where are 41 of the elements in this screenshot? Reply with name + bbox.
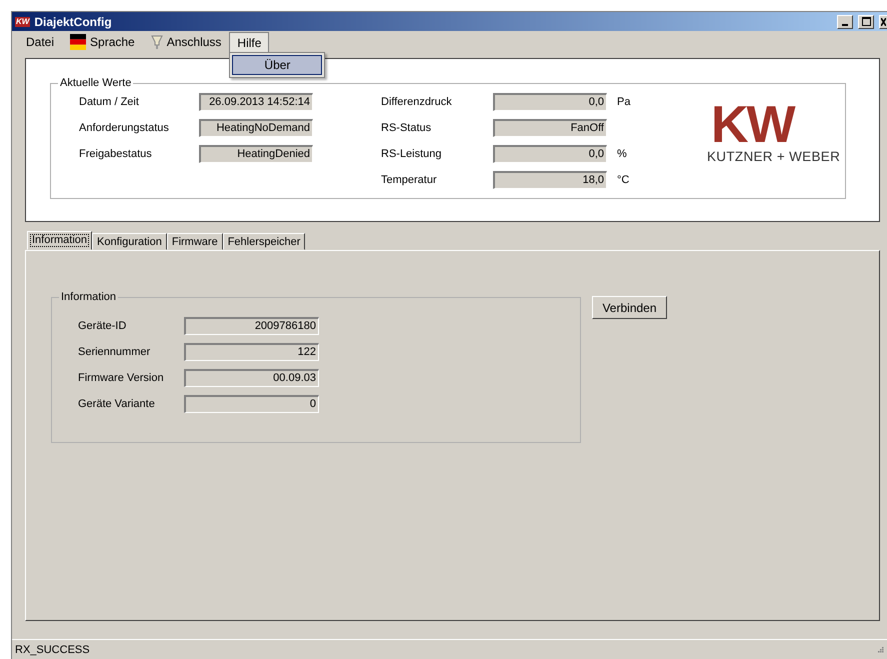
tab[interactable]: Konfiguration (92, 233, 167, 250)
field-label: Differenzdruck (380, 96, 453, 108)
value-field: HeatingNoDemand (199, 119, 313, 137)
status-text: RX_SUCCESS (15, 644, 90, 656)
tab[interactable]: Information (27, 231, 92, 250)
value-field: 26.09.2013 14:52:14 (199, 93, 313, 111)
value-field: 0 (184, 395, 319, 413)
unit-label: % (617, 148, 628, 160)
value-field: 122 (184, 343, 319, 361)
field-label: Geräte-ID (77, 320, 128, 332)
field-label: RS-Status (380, 122, 432, 134)
tab[interactable]: Fehlerspeicher (222, 233, 306, 250)
field-label: Datum / Zeit (78, 96, 140, 108)
value-field: 00.09.03 (184, 369, 319, 387)
value-field: 18,0 (493, 171, 607, 189)
app-logo: KW (15, 16, 30, 26)
menu-item[interactable]: Sprache (62, 32, 143, 52)
field-label: Geräte Variante (77, 398, 156, 410)
tab[interactable]: Firmware (166, 233, 223, 250)
value-field: 2009786180 (184, 317, 319, 335)
unit-label: °C (617, 174, 630, 186)
group-title: Information (60, 291, 118, 303)
value-field: HeatingDenied (199, 145, 313, 163)
value-field: 0,0 (493, 145, 607, 163)
field-label: Temperatur (380, 174, 438, 186)
company-name: KUTZNER + WEBER (707, 149, 840, 164)
field-label: Firmware Version (77, 372, 165, 384)
connect-button[interactable]: Verbinden (592, 296, 667, 319)
field-label: Seriennummer (77, 346, 152, 358)
company-logo: KW (711, 103, 794, 147)
window-title: DiajektConfig (34, 14, 112, 28)
unit-label: Pa (617, 96, 632, 108)
value-field: FanOff (493, 119, 607, 137)
menu-item[interactable]: Anschluss (142, 32, 230, 52)
field-label: Freigabestatus (78, 148, 153, 160)
menu-entry[interactable]: Über (232, 55, 322, 75)
value-field: 0,0 (493, 93, 607, 111)
group-title: Aktuelle Werte (59, 77, 132, 89)
field-label: RS-Leistung (380, 148, 443, 160)
menu-item[interactable]: Datei (18, 32, 62, 52)
field-label: Anforderungstatus (78, 122, 170, 134)
